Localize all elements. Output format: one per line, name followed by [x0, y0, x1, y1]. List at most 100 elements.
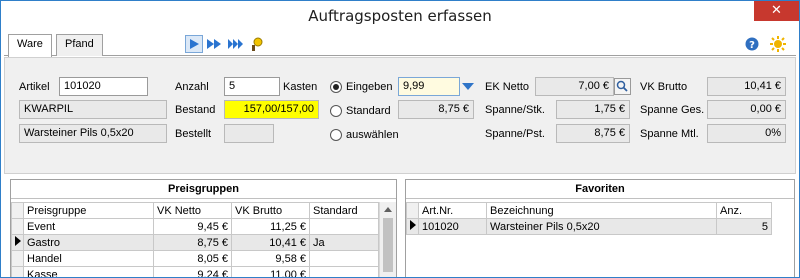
spanne-ges-field: 0,00 €: [707, 100, 786, 119]
col-vk-netto[interactable]: VK Netto: [153, 202, 232, 219]
tab-strip: Ware Pfand: [4, 32, 796, 57]
row-indicator: [11, 250, 24, 267]
ek-netto-label: EK Netto: [485, 81, 530, 93]
table-row[interactable]: Gastro 8,75 € 10,41 € Ja: [11, 234, 379, 251]
dialog-window: Auftragsposten erfassen ✕ Ware Pfand ? A…: [0, 0, 800, 278]
cell-vk-netto: 9,45 €: [153, 218, 232, 235]
auswaehlen-label: auswählen: [346, 129, 399, 141]
table-row[interactable]: Kasse 9,24 € 11,00 €: [11, 266, 379, 277]
vk-brutto-field: 10,41 €: [707, 77, 786, 96]
row-indicator-header: [406, 202, 419, 219]
short-name-field: KWARPIL: [19, 100, 167, 119]
bestand-label: Bestand: [175, 104, 216, 116]
cell-vk-netto: 8,05 €: [153, 250, 232, 267]
cell-vk-brutto: 11,25 €: [231, 218, 310, 235]
anzahl-input[interactable]: 5: [224, 77, 280, 96]
settings-button[interactable]: [769, 35, 787, 53]
spanne-pst-label: Spanne/Pst.: [485, 128, 545, 140]
col-artnr[interactable]: Art.Nr.: [418, 202, 487, 219]
preisgruppen-panel: Preisgruppen Preisgruppe VK Netto VK Bru…: [10, 179, 397, 277]
table-row[interactable]: 101020 Warsteiner Pils 0,5x20 5: [406, 218, 772, 235]
cell-anz: 5: [716, 218, 772, 235]
favoriten-title: Favoriten: [406, 180, 794, 199]
cell-preisgruppe: Event: [23, 218, 154, 235]
description-field: Warsteiner Pils 0,5x20: [19, 124, 167, 143]
col-bezeichnung[interactable]: Bezeichnung: [486, 202, 717, 219]
cell-preisgruppe: Handel: [23, 250, 154, 267]
cell-standard: [309, 218, 379, 235]
artikel-label: Artikel: [19, 81, 50, 93]
wizard-button[interactable]: [248, 35, 266, 53]
svg-text:?: ?: [749, 40, 755, 51]
row-indicator: [11, 266, 24, 277]
window-title: Auftragsposten erfassen: [308, 7, 492, 25]
price-input[interactable]: 9,99: [398, 77, 460, 96]
help-button[interactable]: ?: [743, 35, 761, 53]
fast-forward-end-button[interactable]: [227, 35, 245, 53]
scroll-up-icon: [384, 207, 392, 212]
table-row[interactable]: Event 9,45 € 11,25 €: [11, 218, 379, 235]
table-row[interactable]: Handel 8,05 € 9,58 €: [11, 250, 379, 267]
spanne-stk-label: Spanne/Stk.: [485, 104, 545, 116]
standard-price-field: 8,75 €: [398, 100, 474, 119]
fast-forward-icon: [207, 39, 221, 49]
preisgruppen-table: Preisgruppe VK Netto VK Brutto Standard …: [11, 202, 379, 277]
cell-preisgruppe: Kasse: [23, 266, 154, 277]
bestellt-field: [224, 124, 274, 143]
anzahl-unit: Kasten: [283, 81, 318, 93]
favoriten-panel: Favoriten Art.Nr. Bezeichnung Anz. 10102…: [405, 179, 795, 277]
preisgruppen-title: Preisgruppen: [11, 180, 396, 199]
radio-eingeben[interactable]: [330, 81, 342, 93]
cell-vk-brutto: 10,41 €: [231, 234, 310, 251]
radio-standard[interactable]: [330, 105, 342, 117]
title-bar: Auftragsposten erfassen ✕: [1, 1, 799, 31]
fast-forward-button[interactable]: [205, 35, 223, 53]
radio-auswaehlen[interactable]: [330, 129, 342, 141]
play-button[interactable]: [185, 35, 203, 53]
scrollbar-thumb[interactable]: [383, 218, 393, 272]
standard-label: Standard: [346, 105, 391, 117]
cell-standard: Ja: [309, 234, 379, 251]
cell-vk-brutto: 11,00 €: [231, 266, 310, 277]
col-vk-brutto[interactable]: VK Brutto: [231, 202, 310, 219]
cell-vk-netto: 9,24 €: [153, 266, 232, 277]
wizard-icon: [252, 37, 263, 51]
tab-ware[interactable]: Ware: [8, 34, 52, 57]
col-anz[interactable]: Anz.: [716, 202, 772, 219]
row-indicator-header: [11, 202, 24, 219]
col-standard[interactable]: Standard: [309, 202, 379, 219]
cell-vk-brutto: 9,58 €: [231, 250, 310, 267]
ek-lookup-button[interactable]: [614, 78, 631, 95]
tab-pfand[interactable]: Pfand: [56, 34, 103, 56]
cell-bezeichnung: Warsteiner Pils 0,5x20: [486, 218, 717, 235]
spanne-mtl-label: Spanne Mtl.: [640, 128, 699, 140]
cell-artnr: 101020: [418, 218, 487, 235]
preisgruppen-scrollbar[interactable]: [379, 202, 396, 277]
row-indicator: [11, 218, 24, 235]
favoriten-table: Art.Nr. Bezeichnung Anz. 101020 Warstein…: [406, 202, 772, 235]
bestellt-label: Bestellt: [175, 128, 212, 140]
cell-vk-netto: 8,75 €: [153, 234, 232, 251]
close-button[interactable]: ✕: [754, 1, 799, 21]
anzahl-label: Anzahl: [175, 81, 209, 93]
spanne-pst-field: 8,75 €: [556, 124, 630, 143]
vk-brutto-label: VK Brutto: [640, 81, 688, 93]
price-dropdown[interactable]: [462, 82, 474, 94]
cell-preisgruppe: Gastro: [23, 234, 154, 251]
bestand-field: 157,00/157,00: [224, 100, 319, 119]
help-icon: ?: [745, 37, 759, 51]
cell-standard: [309, 266, 379, 277]
artikel-input[interactable]: 101020: [59, 77, 148, 96]
close-icon: ✕: [771, 3, 782, 18]
col-preisgruppe[interactable]: Preisgruppe: [23, 202, 154, 219]
row-indicator: [11, 234, 24, 251]
cell-standard: [309, 250, 379, 267]
spanne-mtl-field: 0%: [707, 124, 786, 143]
play-icon: [190, 39, 199, 49]
settings-icon: [770, 36, 786, 52]
chevron-down-icon: [462, 83, 474, 90]
fast-forward-end-icon: [228, 39, 243, 49]
row-indicator: [406, 218, 419, 235]
form-panel: Artikel 101020 KWARPIL Warsteiner Pils 0…: [4, 57, 796, 174]
current-row-icon: [409, 220, 416, 230]
